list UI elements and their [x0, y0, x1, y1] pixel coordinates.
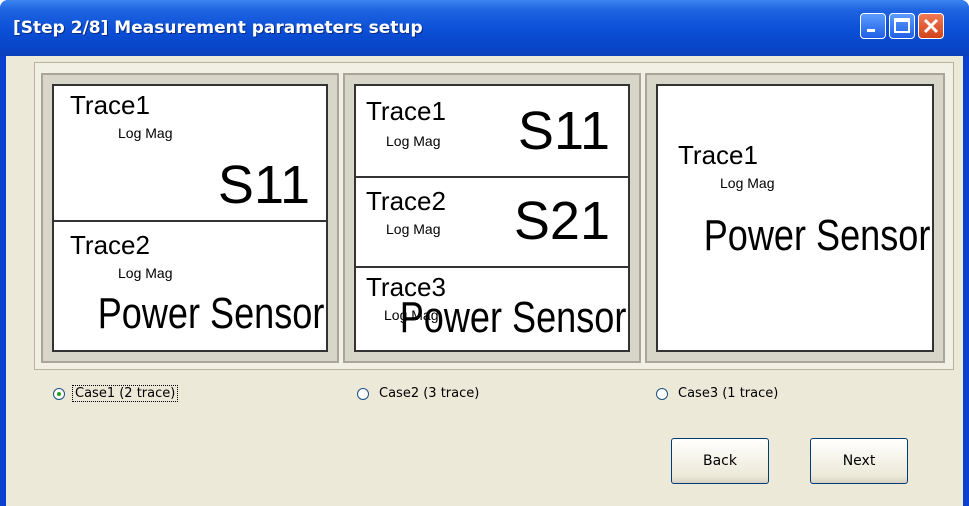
- trace-cell: Trace2 Log Mag Power Sensor: [54, 222, 326, 356]
- case3-screen: Trace1 Log Mag Power Sensor: [656, 84, 934, 352]
- case2-radio-option[interactable]: Case2 (3 trace): [357, 386, 481, 401]
- case-preview-area: Trace1 Log Mag S11 Trace2 Log Mag Power …: [34, 62, 954, 370]
- trace-cell: Trace3 Log Mag Power Sensor: [356, 268, 628, 356]
- dialog-window: [Step 2/8] Measurement parameters setup …: [0, 0, 969, 506]
- trace-name: Trace1: [366, 96, 446, 126]
- trace-name: Trace2: [70, 230, 150, 260]
- case2-screen: Trace1 Log Mag S11 Trace2 Log Mag S21 Tr…: [354, 84, 630, 352]
- trace-format: Log Mag: [118, 265, 173, 281]
- radio-selected-dot: [57, 391, 61, 396]
- case1-screen: Trace1 Log Mag S11 Trace2 Log Mag Power …: [52, 84, 328, 352]
- trace-cell: Trace1 Log Mag S11: [54, 86, 326, 222]
- trace-format: Log Mag: [118, 125, 173, 141]
- case3-radio-option[interactable]: Case3 (1 trace): [656, 386, 780, 401]
- trace-parameter: Power Sensor: [97, 289, 324, 338]
- case3-radio[interactable]: [656, 387, 668, 400]
- close-icon: [923, 18, 939, 34]
- maximize-button[interactable]: [889, 13, 915, 39]
- trace-format: Log Mag: [386, 221, 441, 237]
- trace-format: Log Mag: [720, 175, 775, 191]
- trace-parameter: Power Sensor: [399, 293, 626, 342]
- minimize-button[interactable]: [860, 13, 886, 39]
- case2-preview: Trace1 Log Mag S11 Trace2 Log Mag S21 Tr…: [343, 73, 641, 363]
- dialog-body: Trace1 Log Mag S11 Trace2 Log Mag Power …: [6, 56, 963, 506]
- trace-format: Log Mag: [386, 133, 441, 149]
- minimize-icon: [867, 29, 875, 32]
- trace-cell: Trace1 Log Mag Power Sensor: [658, 86, 932, 356]
- case2-label[interactable]: Case2 (3 trace): [377, 386, 481, 401]
- trace-parameter: Power Sensor: [703, 211, 930, 260]
- trace-name: Trace2: [366, 186, 446, 216]
- title-bar[interactable]: [Step 2/8] Measurement parameters setup: [0, 0, 969, 56]
- case3-label[interactable]: Case3 (1 trace): [676, 386, 780, 401]
- next-button[interactable]: Next: [810, 438, 908, 484]
- case3-preview: Trace1 Log Mag Power Sensor: [645, 73, 945, 363]
- trace-name: Trace1: [678, 140, 758, 170]
- trace-parameter: S21: [513, 191, 610, 251]
- trace-parameter: S11: [517, 101, 610, 161]
- case1-radio-option[interactable]: Case1 (2 trace): [53, 385, 179, 402]
- case1-radio[interactable]: [53, 387, 65, 400]
- close-button[interactable]: [918, 13, 944, 39]
- window-title: [Step 2/8] Measurement parameters setup: [13, 18, 423, 38]
- trace-name: Trace1: [70, 90, 150, 120]
- maximize-icon: [894, 18, 910, 33]
- case2-radio[interactable]: [357, 387, 369, 400]
- trace-cell: Trace2 Log Mag S21: [356, 178, 628, 268]
- trace-cell: Trace1 Log Mag S11: [356, 86, 628, 178]
- case1-preview: Trace1 Log Mag S11 Trace2 Log Mag Power …: [41, 73, 339, 363]
- back-button[interactable]: Back: [671, 438, 769, 484]
- case1-label[interactable]: Case1 (2 trace): [71, 385, 179, 402]
- trace-parameter: S11: [217, 155, 310, 215]
